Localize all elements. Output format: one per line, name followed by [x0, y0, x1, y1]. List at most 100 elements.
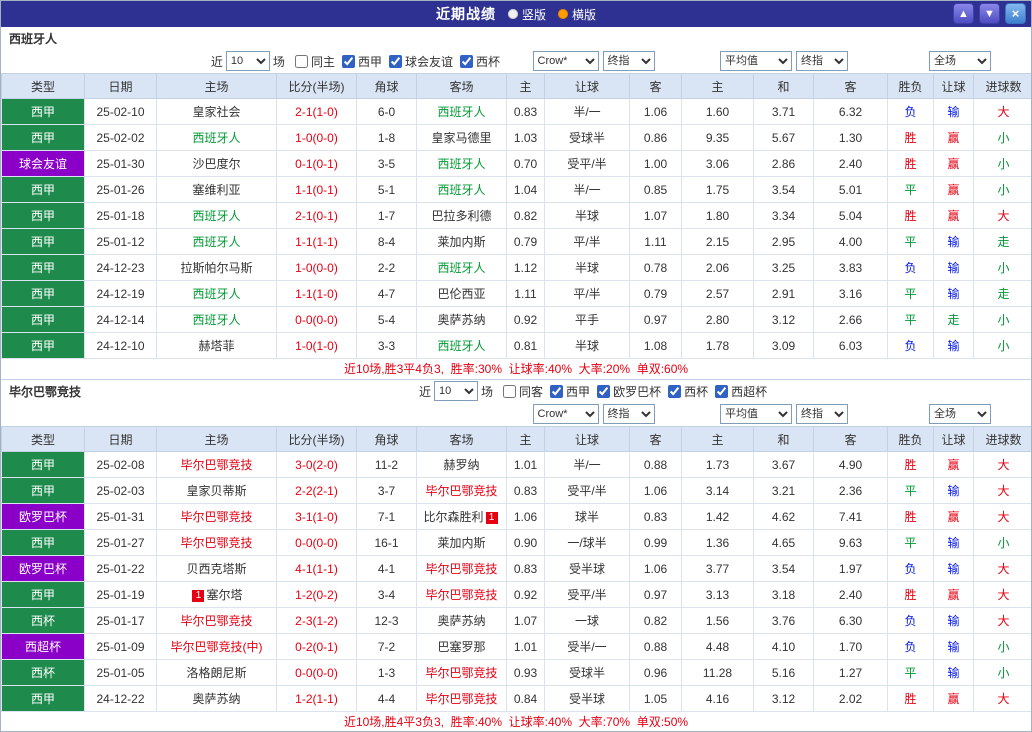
- home-team-name[interactable]: 毕尔巴鄂竞技: [157, 530, 277, 556]
- away-team-name[interactable]: 巴拉多利德: [417, 203, 507, 229]
- home-team-name[interactable]: 洛格朗尼斯: [157, 660, 277, 686]
- odds-home: 0.70: [507, 151, 545, 177]
- league-filter-input[interactable]: [597, 385, 610, 398]
- result-goals: 小: [974, 151, 1032, 177]
- final-odds-select[interactable]: 终指: [796, 51, 848, 71]
- halftime-score: 2-2(2-1): [277, 478, 357, 504]
- odds-home: 0.92: [507, 582, 545, 608]
- away-team-name[interactable]: 毕尔巴鄂竞技: [417, 478, 507, 504]
- avg-draw-odds: 2.95: [754, 229, 814, 255]
- odds-away: 1.11: [630, 229, 682, 255]
- result-outcome: 平: [888, 660, 934, 686]
- team-section-athletic-bilbao: 毕尔巴鄂竞技 近 10 场 同客 西甲 欧罗巴杯: [1, 380, 1031, 732]
- away-team-name[interactable]: 皇家马德里: [417, 125, 507, 151]
- home-team-name[interactable]: 皇家贝蒂斯: [157, 478, 277, 504]
- away-team-name[interactable]: 西班牙人: [417, 255, 507, 281]
- away-team-label: 毕尔巴鄂竞技: [425, 562, 497, 576]
- home-team-name[interactable]: 贝西克塔斯: [157, 556, 277, 582]
- home-team-name[interactable]: 沙巴度尔: [157, 151, 277, 177]
- league-filter-input[interactable]: [389, 55, 402, 68]
- final-odds-select[interactable]: 终指: [603, 404, 655, 424]
- away-team-name[interactable]: 奥萨苏纳: [417, 608, 507, 634]
- home-team-name[interactable]: 西班牙人: [157, 281, 277, 307]
- away-team-name[interactable]: 比尔森胜利1: [417, 504, 507, 530]
- odds-home: 1.01: [507, 452, 545, 478]
- result-goals: 大: [974, 504, 1032, 530]
- away-team-name[interactable]: 西班牙人: [417, 177, 507, 203]
- league-filter-input[interactable]: [715, 385, 728, 398]
- away-team-name[interactable]: 西班牙人: [417, 99, 507, 125]
- match-scope-select[interactable]: 全场: [929, 51, 991, 71]
- odds-away: 0.82: [630, 608, 682, 634]
- match-type-badge: 西甲: [2, 125, 85, 151]
- away-team-name[interactable]: 西班牙人: [417, 151, 507, 177]
- result-handicap: 赢: [934, 203, 974, 229]
- home-team-name[interactable]: 西班牙人: [157, 229, 277, 255]
- home-team-name[interactable]: 毕尔巴鄂竞技: [157, 504, 277, 530]
- away-team-name[interactable]: 莱加内斯: [417, 229, 507, 255]
- home-team-name[interactable]: 赫塔菲: [157, 333, 277, 359]
- away-team-name[interactable]: 莱加内斯: [417, 530, 507, 556]
- home-team-name[interactable]: 皇家社会: [157, 99, 277, 125]
- away-team-name[interactable]: 巴塞罗那: [417, 634, 507, 660]
- bookmaker-select[interactable]: Crow*: [533, 404, 599, 424]
- average-select[interactable]: 平均值: [720, 51, 792, 71]
- home-team-name[interactable]: 奥萨苏纳: [157, 686, 277, 712]
- average-select[interactable]: 平均值: [720, 404, 792, 424]
- league-filter-input[interactable]: [342, 55, 355, 68]
- result-handicap: 赢: [934, 504, 974, 530]
- column-header: 类型: [2, 427, 85, 452]
- scroll-down-button[interactable]: ▼: [979, 3, 1000, 24]
- same-venue-checkbox[interactable]: 同客: [503, 383, 543, 400]
- close-button[interactable]: ×: [1005, 3, 1026, 24]
- home-team-name[interactable]: 1塞尔塔: [157, 582, 277, 608]
- away-team-name[interactable]: 毕尔巴鄂竞技: [417, 582, 507, 608]
- same-venue-checkbox[interactable]: 同主: [295, 53, 335, 70]
- result-handicap: 赢: [934, 177, 974, 203]
- layout-radio-vertical[interactable]: 竖版: [508, 6, 546, 23]
- league-filter-checkbox[interactable]: 西杯: [668, 383, 708, 400]
- away-team-name[interactable]: 奥萨苏纳: [417, 307, 507, 333]
- final-odds-select[interactable]: 终指: [603, 51, 655, 71]
- league-filter-checkbox[interactable]: 西杯: [460, 53, 500, 70]
- league-filter-input[interactable]: [668, 385, 681, 398]
- home-team-name[interactable]: 毕尔巴鄂竞技: [157, 608, 277, 634]
- away-team-name[interactable]: 毕尔巴鄂竞技: [417, 660, 507, 686]
- home-team-name[interactable]: 塞维利亚: [157, 177, 277, 203]
- result-outcome: 胜: [888, 151, 934, 177]
- halftime-score: 2-3(1-2): [277, 608, 357, 634]
- recent-count-select[interactable]: 10: [434, 381, 478, 401]
- odds-away: 0.97: [630, 307, 682, 333]
- league-filter-checkbox[interactable]: 球会友谊: [389, 53, 453, 70]
- league-filter-checkbox[interactable]: 欧罗巴杯: [597, 383, 661, 400]
- league-filter-input[interactable]: [460, 55, 473, 68]
- league-filter-checkbox[interactable]: 西超杯: [715, 383, 767, 400]
- league-filter-checkbox[interactable]: 西甲: [342, 53, 382, 70]
- home-team-name[interactable]: 毕尔巴鄂竞技(中): [157, 634, 277, 660]
- match-row: 西甲25-01-26塞维利亚1-1(0-1)5-1西班牙人1.04半/一0.85…: [2, 177, 1032, 203]
- home-team-name[interactable]: 西班牙人: [157, 203, 277, 229]
- away-team-name[interactable]: 西班牙人: [417, 333, 507, 359]
- home-team-name[interactable]: 西班牙人: [157, 125, 277, 151]
- league-filter-checkbox[interactable]: 西甲: [550, 383, 590, 400]
- same-venue-input[interactable]: [503, 385, 516, 398]
- match-scope-select[interactable]: 全场: [929, 404, 991, 424]
- odds-home: 0.92: [507, 307, 545, 333]
- away-team-name[interactable]: 巴伦西亚: [417, 281, 507, 307]
- final-odds-select[interactable]: 终指: [796, 404, 848, 424]
- away-team-name[interactable]: 毕尔巴鄂竞技: [417, 556, 507, 582]
- away-team-name[interactable]: 毕尔巴鄂竞技: [417, 686, 507, 712]
- layout-radio-horizontal[interactable]: 横版: [558, 6, 596, 23]
- away-team-name[interactable]: 赫罗纳: [417, 452, 507, 478]
- handicap-line: 受半/一: [545, 634, 630, 660]
- match-row: 西超杯25-01-09毕尔巴鄂竞技(中)0-2(0-1)7-2巴塞罗那1.01受…: [2, 634, 1032, 660]
- odds-away: 1.06: [630, 99, 682, 125]
- league-filter-input[interactable]: [550, 385, 563, 398]
- home-team-name[interactable]: 毕尔巴鄂竞技: [157, 452, 277, 478]
- same-venue-input[interactable]: [295, 55, 308, 68]
- home-team-name[interactable]: 西班牙人: [157, 307, 277, 333]
- bookmaker-select[interactable]: Crow*: [533, 51, 599, 71]
- home-team-name[interactable]: 拉斯帕尔马斯: [157, 255, 277, 281]
- scroll-up-button[interactable]: ▲: [953, 3, 974, 24]
- recent-count-select[interactable]: 10: [226, 51, 270, 71]
